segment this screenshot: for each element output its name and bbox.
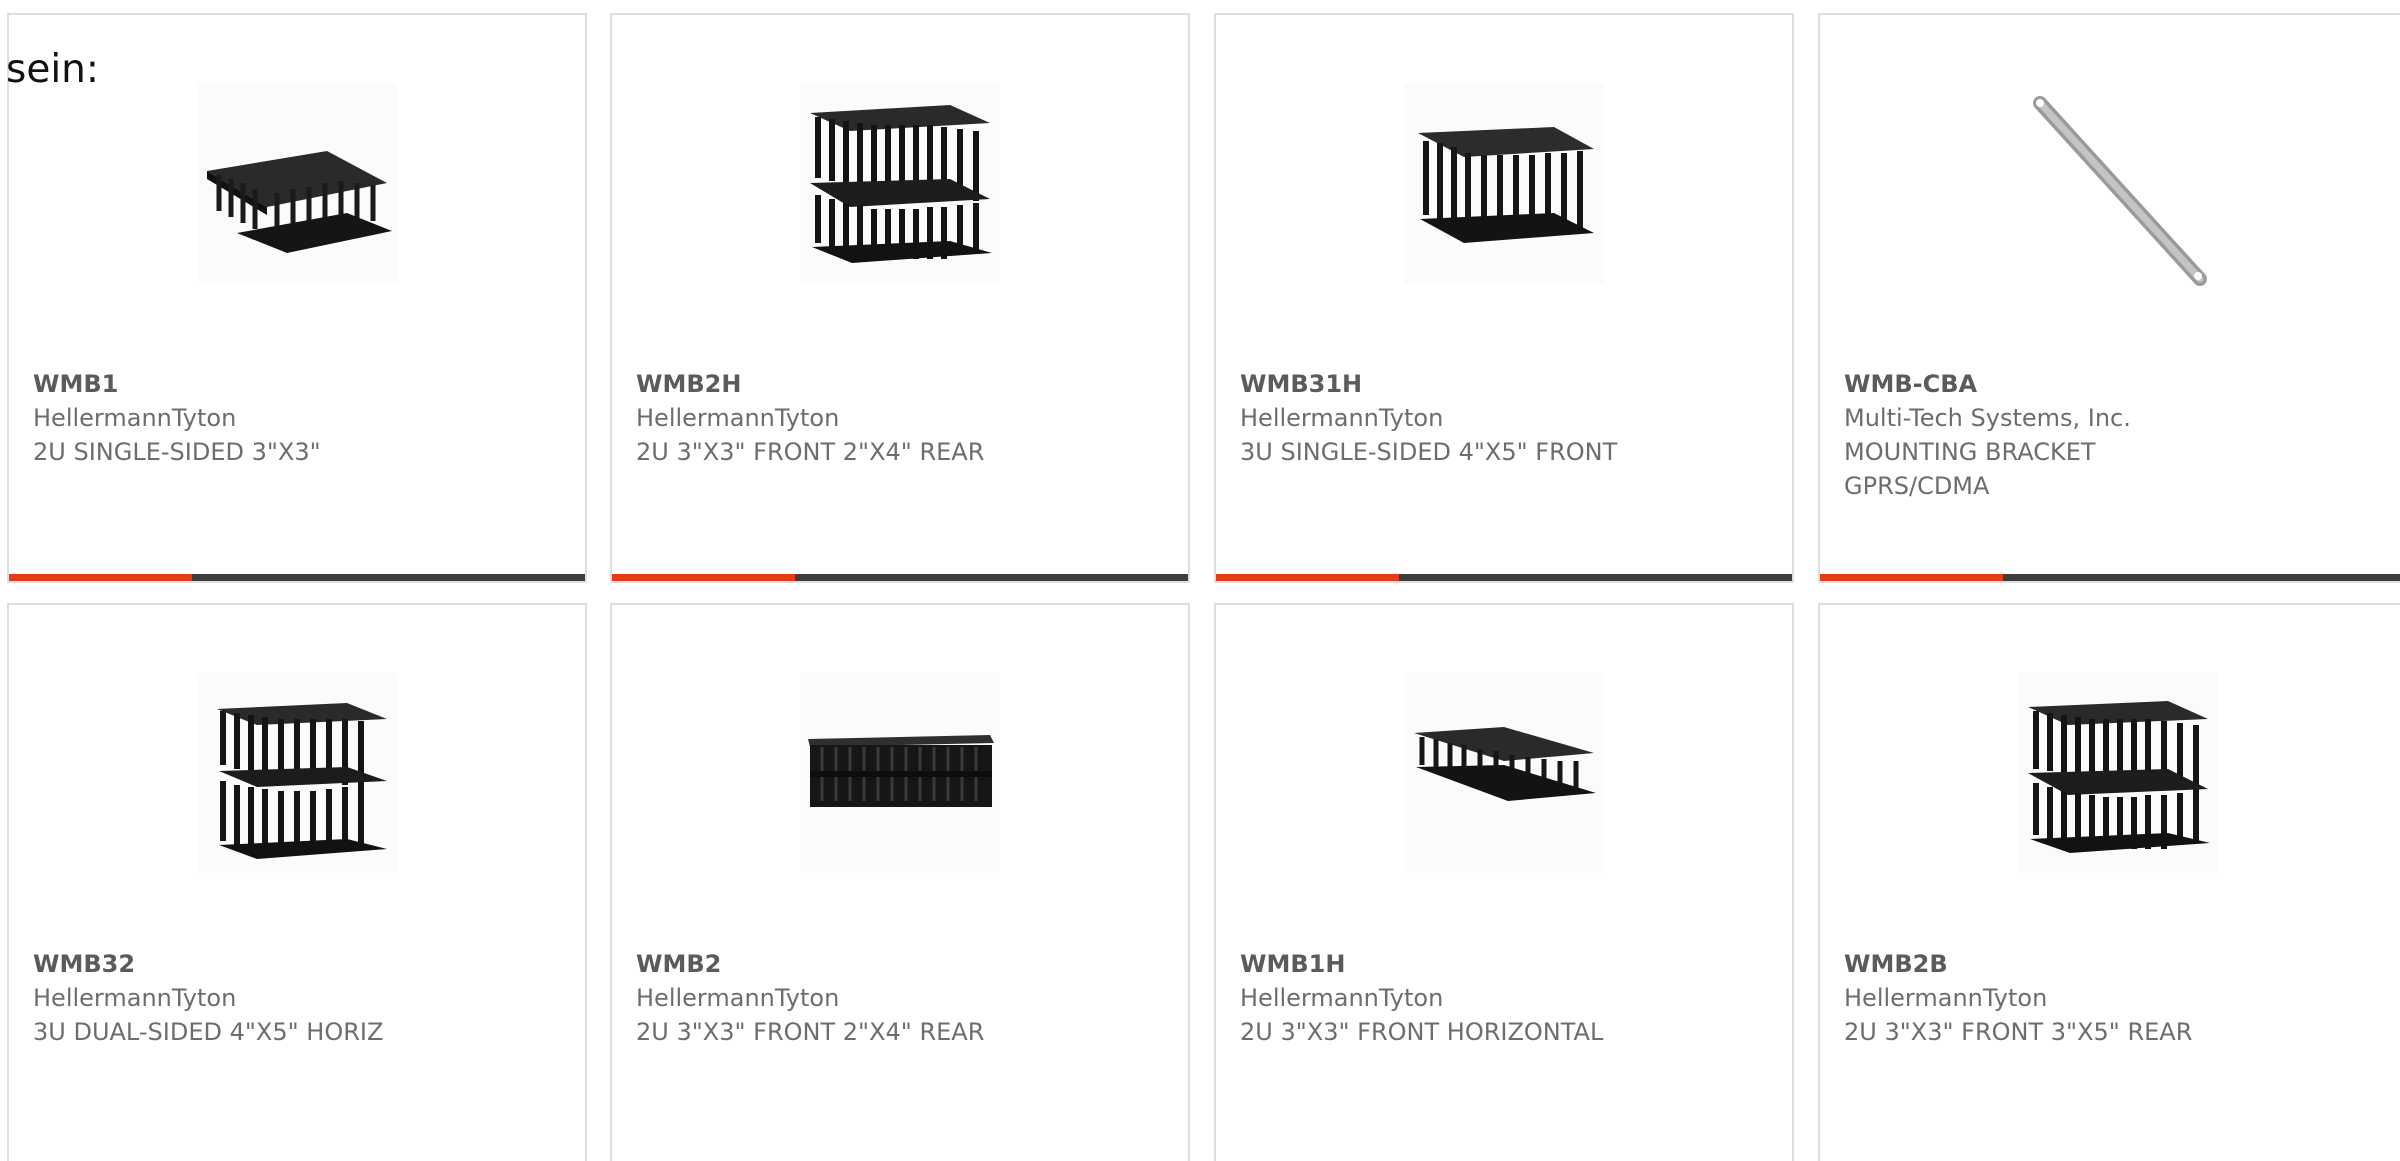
product-info: WMB32 HellermannTyton 3U DUAL-SIDED 4"X5…	[33, 947, 565, 1049]
product-image	[800, 83, 1000, 283]
product-manufacturer: HellermannTyton	[33, 984, 237, 1012]
product-image	[1404, 673, 1604, 873]
product-part-number[interactable]: WMB-CBA	[1844, 367, 2396, 401]
card-accent-fill	[1820, 574, 2003, 581]
product-info: WMB1 HellermannTyton 2U SINGLE-SIDED 3"X…	[33, 367, 565, 469]
product-description: 2U 3"X3" FRONT HORIZONTAL	[1240, 1018, 1604, 1046]
card-accent-fill	[612, 574, 795, 581]
cable-manager-image	[217, 703, 387, 859]
product-description: 3U DUAL-SIDED 4"X5" HORIZ	[33, 1018, 384, 1046]
card-accent-bar	[612, 574, 1188, 581]
product-part-number[interactable]: WMB1H	[1240, 947, 1772, 981]
cable-manager-image	[810, 105, 992, 263]
product-card[interactable]: WMB1H HellermannTyton 2U 3"X3" FRONT HOR…	[1214, 603, 1794, 1161]
cable-manager-image	[808, 735, 994, 807]
product-card[interactable]: WMB2H HellermannTyton 2U 3"X3" FRONT 2"X…	[610, 13, 1190, 583]
product-grid-page: sein: WMB1 HellermannTyton 2U SINGLE-SID…	[0, 0, 2400, 1161]
product-description: 2U SINGLE-SIDED 3"X3"	[33, 438, 321, 466]
product-manufacturer: HellermannTyton	[33, 404, 237, 432]
product-part-number[interactable]: WMB2H	[636, 367, 1168, 401]
mounting-bracket-image	[2033, 96, 2207, 286]
product-part-number[interactable]: WMB2B	[1844, 947, 2396, 981]
product-manufacturer: Multi-Tech Systems, Inc.	[1844, 404, 2131, 432]
product-manufacturer: HellermannTyton	[636, 984, 840, 1012]
product-manufacturer: HellermannTyton	[1240, 404, 1444, 432]
card-accent-bar	[1216, 574, 1792, 581]
product-card[interactable]: WMB2 HellermannTyton 2U 3"X3" FRONT 2"X4…	[610, 603, 1190, 1161]
product-description: 3U SINGLE-SIDED 4"X5" FRONT	[1240, 438, 1618, 466]
cable-manager-image	[1418, 127, 1594, 243]
product-info: WMB1H HellermannTyton 2U 3"X3" FRONT HOR…	[1240, 947, 1772, 1049]
cable-manager-image	[207, 151, 392, 253]
product-info: WMB2B HellermannTyton 2U 3"X3" FRONT 3"X…	[1844, 947, 2396, 1049]
product-description: 2U 3"X3" FRONT 2"X4" REAR	[636, 1018, 985, 1046]
product-manufacturer: HellermannTyton	[1844, 984, 2048, 1012]
product-card[interactable]: WMB2B HellermannTyton 2U 3"X3" FRONT 3"X…	[1818, 603, 2400, 1161]
product-card[interactable]: WMB-CBA Multi-Tech Systems, Inc. MOUNTIN…	[1818, 13, 2400, 583]
product-part-number[interactable]: WMB2	[636, 947, 1168, 981]
product-part-number[interactable]: WMB1	[33, 367, 565, 401]
product-card[interactable]: WMB1 HellermannTyton 2U SINGLE-SIDED 3"X…	[7, 13, 587, 583]
product-description: 2U 3"X3" FRONT 3"X5" REAR	[1844, 1018, 2193, 1046]
cable-manager-image	[2028, 701, 2210, 853]
product-manufacturer: HellermannTyton	[636, 404, 840, 432]
product-description: 2U 3"X3" FRONT 2"X4" REAR	[636, 438, 985, 466]
card-accent-fill	[9, 574, 192, 581]
product-image	[1404, 83, 1604, 283]
product-part-number[interactable]: WMB32	[33, 947, 565, 981]
product-image	[197, 83, 397, 283]
product-card[interactable]: WMB31H HellermannTyton 3U SINGLE-SIDED 4…	[1214, 13, 1794, 583]
card-accent-bar	[1820, 574, 2400, 581]
product-card[interactable]: WMB32 HellermannTyton 3U DUAL-SIDED 4"X5…	[7, 603, 587, 1161]
product-image	[2018, 87, 2218, 287]
intro-text: sein:	[6, 47, 100, 92]
product-info: WMB-CBA Multi-Tech Systems, Inc. MOUNTIN…	[1844, 367, 2396, 503]
product-manufacturer: HellermannTyton	[1240, 984, 1444, 1012]
card-accent-fill	[1216, 574, 1399, 581]
product-part-number[interactable]: WMB31H	[1240, 367, 1772, 401]
product-info: WMB2H HellermannTyton 2U 3"X3" FRONT 2"X…	[636, 367, 1168, 469]
product-image	[800, 673, 1000, 873]
product-info: WMB2 HellermannTyton 2U 3"X3" FRONT 2"X4…	[636, 947, 1168, 1049]
card-accent-bar	[9, 574, 585, 581]
product-image	[197, 673, 397, 873]
product-description: MOUNTING BRACKET GPRS/CDMA	[1844, 438, 2096, 500]
product-image	[2018, 673, 2218, 873]
product-info: WMB31H HellermannTyton 3U SINGLE-SIDED 4…	[1240, 367, 1772, 469]
cable-manager-image	[1414, 727, 1596, 801]
